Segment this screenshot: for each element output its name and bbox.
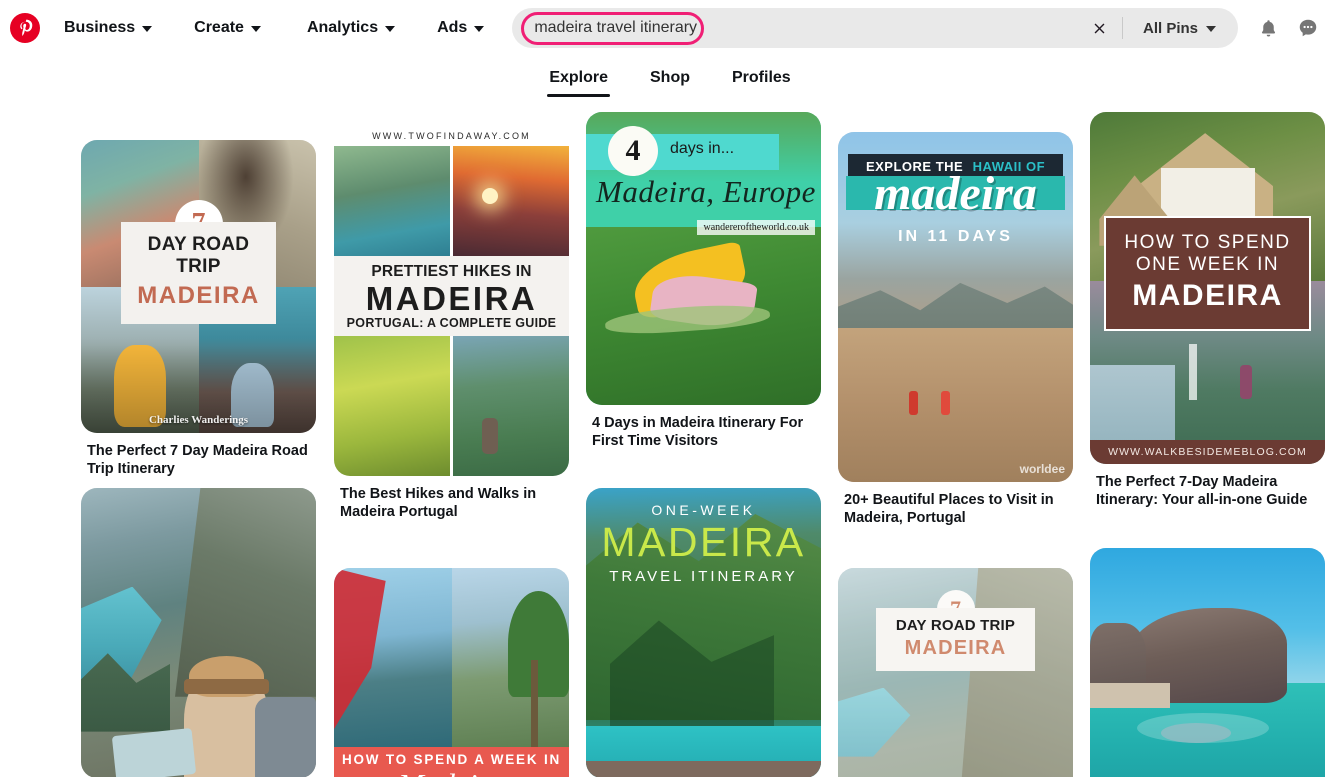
chevron-down-icon xyxy=(385,26,395,32)
top-header: Business Create Analytics Ads All Pins xyxy=(0,0,1340,56)
pin-results-scroll-region[interactable]: 7 DAY ROAD TRIP MADEIRA Charlies Wanderi… xyxy=(0,104,1340,777)
pin-site-label: WWW.WALKBESIDEMEBLOG.COM xyxy=(1090,440,1325,464)
messages-button[interactable] xyxy=(1288,8,1328,48)
pin-image[interactable]: HOW TO SPEND A WEEK IN Madeira xyxy=(334,568,569,777)
nav-analytics[interactable]: Analytics xyxy=(297,11,405,45)
tab-shop[interactable]: Shop xyxy=(648,65,692,97)
close-icon xyxy=(1091,20,1108,37)
pin-overlay-panel: DAY ROAD TRIP MADEIRA xyxy=(121,222,276,324)
pin-credit: Charlies Wanderings xyxy=(81,414,316,426)
tab-profiles-label: Profiles xyxy=(732,69,791,86)
pin-overlay-panel: HOW TO SPEND ONE WEEK IN MADEIRA xyxy=(1104,216,1311,331)
pin-overlay-sub: ONE-WEEK xyxy=(586,502,821,518)
tab-shop-label: Shop xyxy=(650,69,690,86)
notifications-button[interactable] xyxy=(1248,8,1288,48)
clear-search-button[interactable] xyxy=(1078,8,1122,48)
pin-caption: The Best Hikes and Walks in Madeira Port… xyxy=(334,476,569,521)
pin-card[interactable]: 7 DAY ROAD TRIP MADEIRA Charlies Wanderi… xyxy=(81,140,316,478)
nav-business-label: Business xyxy=(64,19,135,37)
pin-overlay-panel: DAY ROAD TRIP MADEIRA xyxy=(876,608,1035,671)
tab-profiles[interactable]: Profiles xyxy=(730,65,793,97)
pin-card[interactable]: WWW.TWOFINDAWAY.COM PRETTIEST HIKES IN M… xyxy=(334,126,569,521)
nav-create-label: Create xyxy=(194,19,244,37)
pin-overlay-band: HOW TO SPEND A WEEK IN Madeira xyxy=(334,747,569,777)
pin-image[interactable]: WWW.TWOFINDAWAY.COM PRETTIEST HIKES IN M… xyxy=(334,126,569,476)
notifications-bell-icon xyxy=(1258,18,1279,39)
pin-credit: wandereroftheworld.co.uk xyxy=(697,220,815,235)
nav-ads[interactable]: Ads xyxy=(427,11,494,45)
pin-overlay-badge: 4 xyxy=(608,126,658,176)
pin-image[interactable]: 4 days in... Madeira, Europe wandereroft… xyxy=(586,112,821,405)
messages-chat-icon xyxy=(1297,17,1319,39)
tab-explore[interactable]: Explore xyxy=(547,65,610,97)
nav-analytics-label: Analytics xyxy=(307,19,378,37)
pin-overlay-panel: PRETTIEST HIKES IN MADEIRA PORTUGAL: A C… xyxy=(334,256,569,336)
nav-business[interactable]: Business xyxy=(54,11,162,45)
pin-credit: worldee xyxy=(1020,462,1065,476)
pin-image[interactable]: 7 DAY ROAD TRIP MADEIRA xyxy=(838,568,1073,777)
nav-create[interactable]: Create xyxy=(184,11,271,45)
chevron-down-icon xyxy=(1206,26,1216,32)
pin-site-label: WWW.TWOFINDAWAY.COM xyxy=(334,126,569,146)
pin-caption: 20+ Beautiful Places to Visit in Madeira… xyxy=(838,482,1073,527)
search-bar[interactable]: All Pins xyxy=(512,8,1238,48)
pin-overlay-title: Madeira, Europe xyxy=(596,174,816,210)
search-input[interactable] xyxy=(512,8,1078,48)
all-pins-label: All Pins xyxy=(1143,20,1198,37)
pin-image[interactable] xyxy=(1090,548,1325,777)
pin-card[interactable]: 4 days in... Madeira, Europe wandereroft… xyxy=(586,112,821,450)
pin-card[interactable]: HOW TO SPEND ONE WEEK IN MADEIRA WWW.WAL… xyxy=(1090,112,1325,509)
pin-card[interactable]: ONE-WEEK MADEIRA TRAVEL ITINERARY xyxy=(586,488,821,777)
pin-image[interactable]: EXPLORE THE HAWAII OF EUROPE madeira IN … xyxy=(838,132,1073,482)
chevron-down-icon xyxy=(142,26,152,32)
tab-explore-label: Explore xyxy=(549,69,608,86)
nav-ads-label: Ads xyxy=(437,19,467,37)
pin-image[interactable]: HOW TO SPEND ONE WEEK IN MADEIRA WWW.WAL… xyxy=(1090,112,1325,464)
pin-card[interactable] xyxy=(81,488,316,777)
pin-overlay-sub2: TRAVEL ITINERARY xyxy=(586,568,821,585)
chevron-down-icon xyxy=(251,26,261,32)
pinterest-logo[interactable] xyxy=(10,13,40,43)
pin-card[interactable] xyxy=(1090,548,1325,777)
all-pins-filter[interactable]: All Pins xyxy=(1123,8,1238,48)
search-result-tabs: Explore Shop Profiles xyxy=(0,56,1340,104)
pin-card[interactable]: EXPLORE THE HAWAII OF EUROPE madeira IN … xyxy=(838,132,1073,527)
pin-image[interactable]: 7 DAY ROAD TRIP MADEIRA Charlies Wanderi… xyxy=(81,140,316,433)
pin-caption: The Perfect 7-Day Madeira Itinerary: You… xyxy=(1090,464,1325,509)
pin-caption: The Perfect 7 Day Madeira Road Trip Itin… xyxy=(81,433,316,478)
pin-overlay-title: MADEIRA xyxy=(586,522,821,563)
pin-image[interactable] xyxy=(81,488,316,777)
chevron-down-icon xyxy=(474,26,484,32)
pin-overlay-title: madeira xyxy=(838,170,1073,218)
pin-card[interactable]: HOW TO SPEND A WEEK IN Madeira xyxy=(334,568,569,777)
pin-overlay-sub: IN 11 DAYS xyxy=(838,228,1073,246)
pin-image[interactable]: ONE-WEEK MADEIRA TRAVEL ITINERARY xyxy=(586,488,821,777)
pin-card[interactable]: 7 DAY ROAD TRIP MADEIRA xyxy=(838,568,1073,777)
pin-caption: 4 Days in Madeira Itinerary For First Ti… xyxy=(586,405,821,450)
pin-overlay-sub: days in... xyxy=(670,140,734,158)
